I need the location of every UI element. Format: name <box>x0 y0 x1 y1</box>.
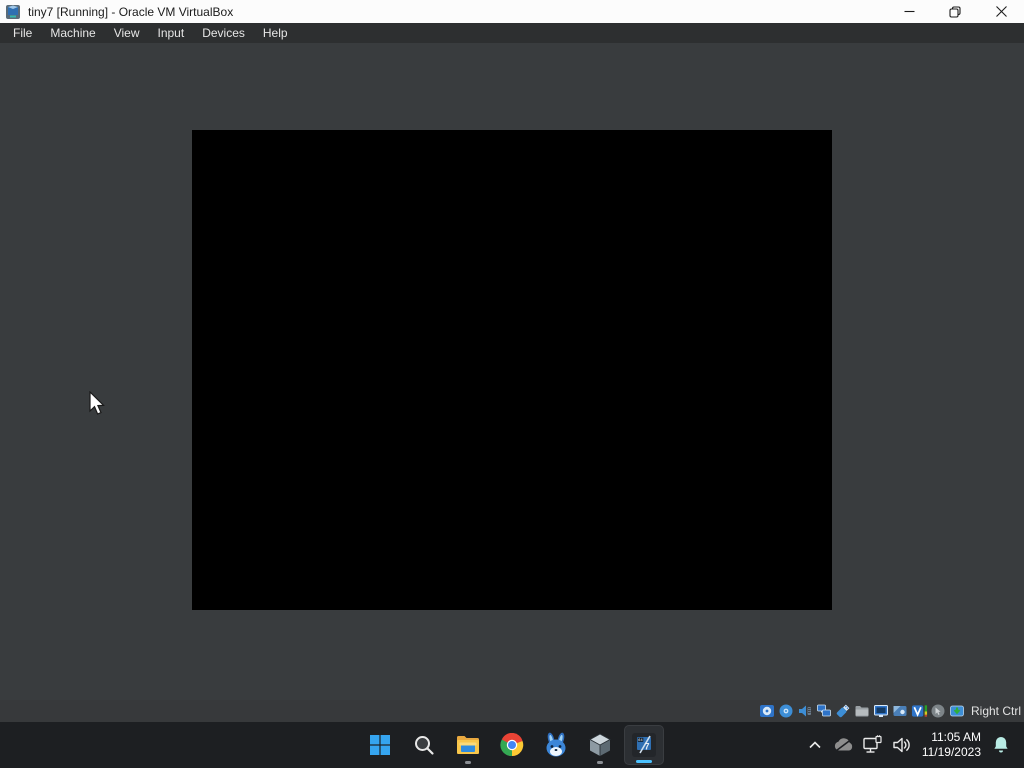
bunny-app-icon <box>546 732 566 757</box>
close-icon <box>995 6 1007 17</box>
clock-time: 11:05 AM <box>931 730 981 744</box>
virtualbox-icon <box>589 733 611 756</box>
svg-text:7: 7 <box>645 742 650 752</box>
restore-icon <box>949 5 961 18</box>
active-window-indicator <box>636 760 652 763</box>
chrome-button[interactable] <box>492 725 532 765</box>
caption-buttons <box>886 0 1024 23</box>
start-button[interactable] <box>360 725 400 765</box>
menu-view[interactable]: View <box>105 24 149 42</box>
minimize-icon <box>904 10 914 13</box>
windows-start-icon <box>370 735 390 755</box>
svg-text:64: 64 <box>638 738 642 742</box>
network-icon[interactable] <box>862 732 884 758</box>
mouse-cursor <box>89 391 105 415</box>
keyboard-host-key-icon[interactable] <box>949 703 966 720</box>
bunny-app-button[interactable] <box>536 725 576 765</box>
menu-input[interactable]: Input <box>149 24 194 42</box>
search-icon <box>415 736 434 755</box>
running-indicator <box>597 761 603 764</box>
running-indicator <box>465 761 471 764</box>
desktop-screen: tiny7 [Running] - Oracle VM VirtualBox F… <box>0 0 1024 768</box>
recording-icon[interactable] <box>892 703 909 720</box>
usb-icon[interactable] <box>835 703 852 720</box>
window-title: tiny7 [Running] - Oracle VM VirtualBox <box>28 4 234 19</box>
clock-date: 11/19/2023 <box>921 745 981 759</box>
menu-help[interactable]: Help <box>254 24 297 42</box>
virtualbox-button[interactable] <box>580 725 620 765</box>
virtualbox-vm-icon <box>6 4 20 19</box>
menubar: File Machine View Input Devices Help <box>0 23 1024 43</box>
restore-button[interactable] <box>932 0 978 23</box>
vm-statusbar: Right Ctrl <box>0 700 1024 722</box>
network-icon[interactable] <box>816 703 833 720</box>
file-explorer-icon <box>457 736 479 754</box>
search-button[interactable] <box>404 725 444 765</box>
optical-drives-icon[interactable] <box>778 703 795 720</box>
file-explorer-button[interactable] <box>448 725 488 765</box>
mouse-integration-icon[interactable] <box>930 703 947 720</box>
volume-icon[interactable] <box>891 732 913 758</box>
host-key-label: Right Ctrl <box>970 704 1021 718</box>
vm-client-area <box>0 43 1024 700</box>
tray-clock[interactable]: 11:05 AM 11/19/2023 <box>920 730 983 760</box>
hard-disks-icon[interactable] <box>759 703 776 720</box>
hidden-icons-chevron[interactable] <box>804 732 826 758</box>
vm-window-button[interactable]: 64 7 <box>624 725 664 765</box>
notification-bell-icon[interactable] <box>990 732 1012 758</box>
titlebar: tiny7 [Running] - Oracle VM VirtualBox <box>0 0 1024 23</box>
minimize-button[interactable] <box>886 0 932 23</box>
vm-display[interactable] <box>192 130 832 610</box>
display-icon[interactable] <box>873 703 890 720</box>
vm-window-tiny7-icon: 64 7 <box>632 733 656 757</box>
menu-devices[interactable]: Devices <box>193 24 254 42</box>
shared-folders-icon[interactable] <box>854 703 871 720</box>
audio-icon[interactable] <box>797 703 814 720</box>
menu-file[interactable]: File <box>4 24 41 42</box>
features-icon[interactable] <box>911 703 928 720</box>
menu-machine[interactable]: Machine <box>41 24 104 42</box>
onedrive-offline-icon[interactable] <box>833 732 855 758</box>
taskbar: 64 7 11:05 AM 11/19/2023 <box>0 722 1024 768</box>
close-button[interactable] <box>978 0 1024 23</box>
system-tray: 11:05 AM 11/19/2023 <box>804 722 1024 768</box>
chrome-icon <box>500 733 524 757</box>
